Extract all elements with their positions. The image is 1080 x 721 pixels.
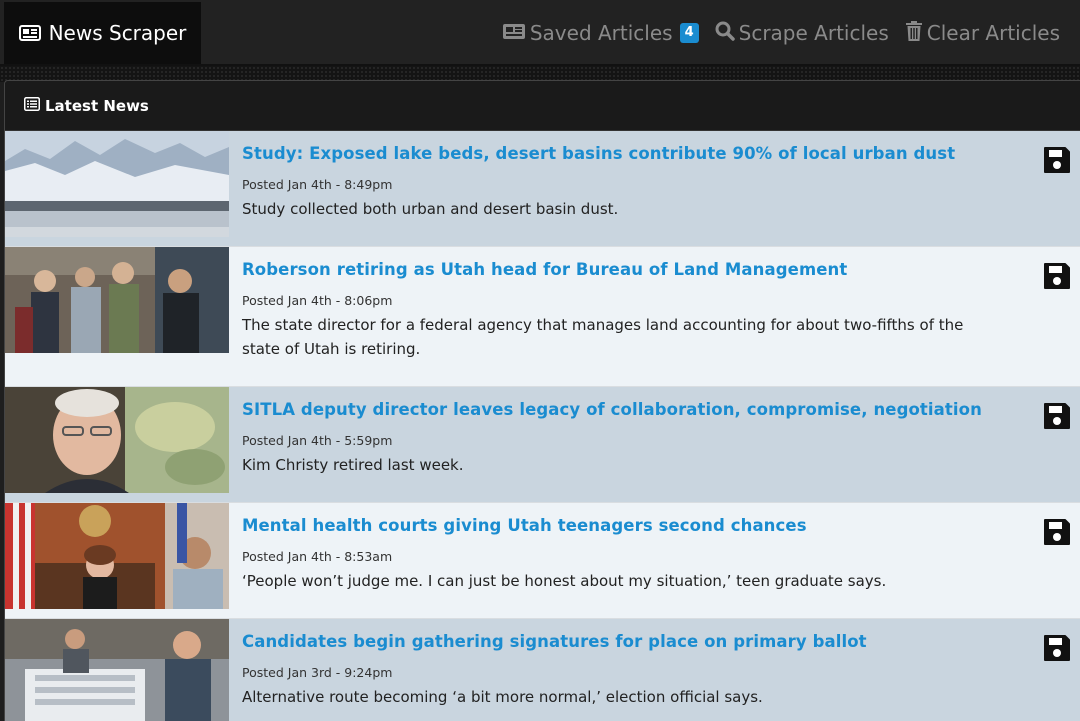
- floppy-disk-icon[interactable]: [1042, 261, 1072, 291]
- scrape-articles-label: Scrape Articles: [738, 21, 889, 45]
- article-thumbnail[interactable]: [5, 247, 229, 353]
- floppy-disk-icon[interactable]: [1042, 145, 1072, 175]
- scrape-articles-link[interactable]: Scrape Articles: [715, 21, 889, 46]
- article-posted-date: Posted Jan 3rd - 9:24pm: [242, 665, 393, 680]
- floppy-disk-icon[interactable]: [1042, 517, 1072, 547]
- nav-actions: Saved Articles 4 Scrape Articles Clear A…: [502, 16, 1060, 50]
- article-thumbnail[interactable]: [5, 131, 229, 237]
- article-content: Mental health courts giving Utah teenage…: [229, 503, 1080, 618]
- article-summary: ‘People won’t judge me. I can just be ho…: [242, 572, 887, 590]
- article-item: SITLA deputy director leaves legacy of c…: [5, 387, 1080, 503]
- article-content: SITLA deputy director leaves legacy of c…: [229, 387, 1080, 502]
- article-summary: The state director for a federal agency …: [242, 316, 964, 358]
- article-title-link[interactable]: Mental health courts giving Utah teenage…: [242, 516, 1001, 535]
- clear-articles-link[interactable]: Clear Articles: [905, 20, 1060, 47]
- article-item: Mental health courts giving Utah teenage…: [5, 503, 1080, 619]
- trash-icon: [905, 20, 923, 47]
- newspaper-icon: [18, 25, 41, 41]
- article-item: Roberson retiring as Utah head for Burea…: [5, 247, 1080, 387]
- search-icon: [715, 21, 735, 46]
- article-content: Roberson retiring as Utah head for Burea…: [229, 247, 1080, 386]
- article-thumbnail[interactable]: [5, 619, 229, 721]
- saved-count-badge: 4: [679, 23, 699, 43]
- panel-header: Latest News: [5, 81, 1080, 131]
- article-posted-date: Posted Jan 4th - 8:53am: [242, 549, 393, 564]
- article-thumbnail[interactable]: [5, 387, 229, 493]
- article-title-link[interactable]: Roberson retiring as Utah head for Burea…: [242, 260, 1001, 279]
- newspaper-icon: [502, 21, 526, 45]
- article-thumbnail[interactable]: [5, 503, 229, 609]
- article-posted-date: Posted Jan 4th - 8:06pm: [242, 293, 393, 308]
- article-posted-date: Posted Jan 4th - 5:59pm: [242, 433, 393, 448]
- saved-articles-label: Saved Articles: [529, 21, 673, 45]
- panel-title: Latest News: [45, 96, 149, 115]
- article-content: Candidates begin gathering signatures fo…: [229, 619, 1080, 721]
- floppy-disk-icon[interactable]: [1042, 401, 1072, 431]
- article-summary: Kim Christy retired last week.: [242, 456, 464, 474]
- brand-label: News Scraper: [48, 21, 187, 45]
- article-item: Candidates begin gathering signatures fo…: [5, 619, 1080, 721]
- article-summary: Study collected both urban and desert ba…: [242, 200, 619, 218]
- latest-news-panel: Latest News Study: Exposed lake beds, de…: [4, 80, 1080, 721]
- navbar: News Scraper Saved Articles 4 Scrape Art…: [0, 0, 1080, 66]
- list-icon: [24, 96, 40, 115]
- floppy-disk-icon[interactable]: [1042, 633, 1072, 663]
- article-posted-date: Posted Jan 4th - 8:49pm: [242, 177, 393, 192]
- brand-link[interactable]: News Scraper: [4, 2, 201, 64]
- article-title-link[interactable]: Study: Exposed lake beds, desert basins …: [242, 144, 1001, 163]
- article-title-link[interactable]: Candidates begin gathering signatures fo…: [242, 632, 1001, 651]
- article-content: Study: Exposed lake beds, desert basins …: [229, 131, 1080, 246]
- article-item: Study: Exposed lake beds, desert basins …: [5, 131, 1080, 247]
- saved-articles-link[interactable]: Saved Articles 4: [502, 21, 699, 45]
- article-summary: Alternative route becoming ‘a bit more n…: [242, 688, 763, 706]
- clear-articles-label: Clear Articles: [926, 21, 1060, 45]
- article-title-link[interactable]: SITLA deputy director leaves legacy of c…: [242, 400, 1001, 419]
